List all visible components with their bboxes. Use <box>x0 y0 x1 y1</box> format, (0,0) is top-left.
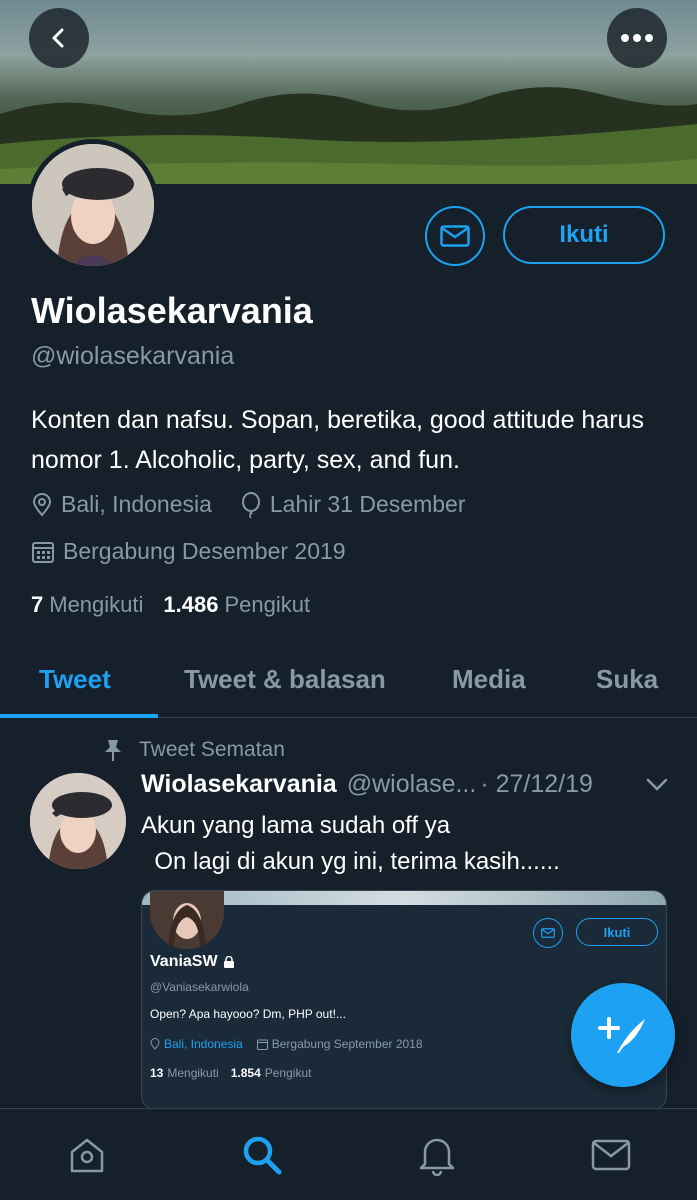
profile-avatar[interactable] <box>27 139 159 271</box>
profile-location: Bali, Indonesia <box>61 491 212 517</box>
mail-icon <box>440 225 470 247</box>
tweet-author-avatar[interactable] <box>30 773 126 869</box>
profile-bio: Konten dan nafsu. Sopan, beretika, good … <box>31 406 644 474</box>
profile-joined-row: Bergabung Desember 2019 <box>31 538 346 565</box>
pin-icon <box>103 738 123 762</box>
pinned-tweet-label: Tweet Sematan <box>103 738 285 762</box>
followers-count: 1.486 <box>163 592 219 617</box>
embed-location: Bali, Indonesia <box>164 1037 243 1051</box>
followers-label: Pengikut <box>224 592 311 617</box>
following-count: 7 <box>31 592 44 617</box>
compose-tweet-button[interactable] <box>571 983 675 1087</box>
embed-mail-button <box>533 918 563 948</box>
tab-tweet-replies[interactable]: Tweet & balasan <box>184 640 386 718</box>
avatar-image <box>32 144 154 266</box>
following-count-link[interactable]: 7 Mengikuti <box>31 592 143 618</box>
embed-profile-handle: @Vaniasekarwiola <box>150 980 249 994</box>
profile-birthday: Lahir 31 Desember <box>269 491 466 517</box>
message-button[interactable] <box>425 206 485 266</box>
following-label: Mengikuti <box>49 592 144 617</box>
more-button[interactable] <box>607 8 667 68</box>
profile-joined: Bergabung Desember 2019 <box>63 538 346 564</box>
embed-profile-bio: Open? Apa hayooo? Dm, PHP out!... <box>150 1007 346 1021</box>
mail-icon <box>591 1139 631 1171</box>
pinned-label-text: Tweet Sematan <box>139 738 285 761</box>
more-icon <box>621 34 653 42</box>
tweet-header: Wiolasekarvania @wiolase... · 27/12/19 <box>141 770 671 799</box>
tweet-text: Akun yang lama sudah off ya On lagi di a… <box>141 812 560 875</box>
bottom-navigation <box>0 1108 697 1200</box>
back-button[interactable] <box>29 8 89 68</box>
balloon-icon <box>240 491 262 518</box>
embed-profile-meta: Bali, Indonesia Bergabung September 2018 <box>150 1037 423 1051</box>
embed-followers-label: Pengikut <box>264 1066 312 1080</box>
chevron-down-icon <box>646 778 668 791</box>
embed-following-count: 13 <box>150 1066 164 1080</box>
nav-messages[interactable] <box>589 1133 633 1177</box>
profile-tabs: Tweet Tweet & balasan Media Suka <box>0 640 697 718</box>
embed-follow-button: Ikuti <box>576 918 658 946</box>
embed-profile-name: VaniaSW <box>150 953 235 971</box>
tweet-date: · 27/12/19 <box>480 770 593 798</box>
home-icon <box>70 1138 104 1173</box>
embed-followers-count: 1.854 <box>230 1066 261 1080</box>
bell-icon <box>419 1138 455 1176</box>
avatar-image <box>30 773 126 869</box>
active-tab-indicator <box>0 714 158 718</box>
tab-tweet[interactable]: Tweet <box>39 640 111 718</box>
embed-avatar <box>150 891 224 949</box>
embed-following-label: Mengikuti <box>167 1066 219 1080</box>
embed-follow-counts: 13 Mengikuti 1.854 Pengikut <box>150 1066 311 1080</box>
location-pin-icon <box>150 1038 160 1050</box>
profile-meta-row: Bali, Indonesia Lahir 31 Desember <box>31 491 466 518</box>
nav-search[interactable] <box>240 1133 284 1177</box>
nav-notifications[interactable] <box>415 1133 459 1177</box>
calendar-icon <box>256 1039 268 1050</box>
tweet-author-name[interactable]: Wiolasekarvania <box>141 770 337 799</box>
embed-name-text: VaniaSW <box>150 953 218 970</box>
followers-count-link[interactable]: 1.486 Pengikut <box>163 592 310 618</box>
back-arrow-icon <box>52 28 64 48</box>
mail-icon <box>541 928 555 938</box>
profile-name: Wiolasekarvania <box>31 290 313 331</box>
search-icon <box>243 1136 282 1175</box>
tab-media[interactable]: Media <box>452 640 526 718</box>
tweet-author-handle: @wiolase... <box>346 770 477 798</box>
location-pin-icon <box>31 492 53 517</box>
compose-icon <box>598 1017 645 1053</box>
tab-likes[interactable]: Suka <box>596 640 658 718</box>
follow-counts: 7 Mengikuti 1.486 Pengikut <box>31 592 310 618</box>
profile-handle: @wiolasekarvania <box>31 342 235 370</box>
calendar-icon <box>31 540 55 564</box>
embed-joined: Bergabung September 2018 <box>271 1037 423 1051</box>
lock-icon <box>223 955 234 968</box>
tweet-options-button[interactable] <box>646 778 668 797</box>
follow-button[interactable]: Ikuti <box>503 206 665 264</box>
nav-home[interactable] <box>65 1133 109 1177</box>
